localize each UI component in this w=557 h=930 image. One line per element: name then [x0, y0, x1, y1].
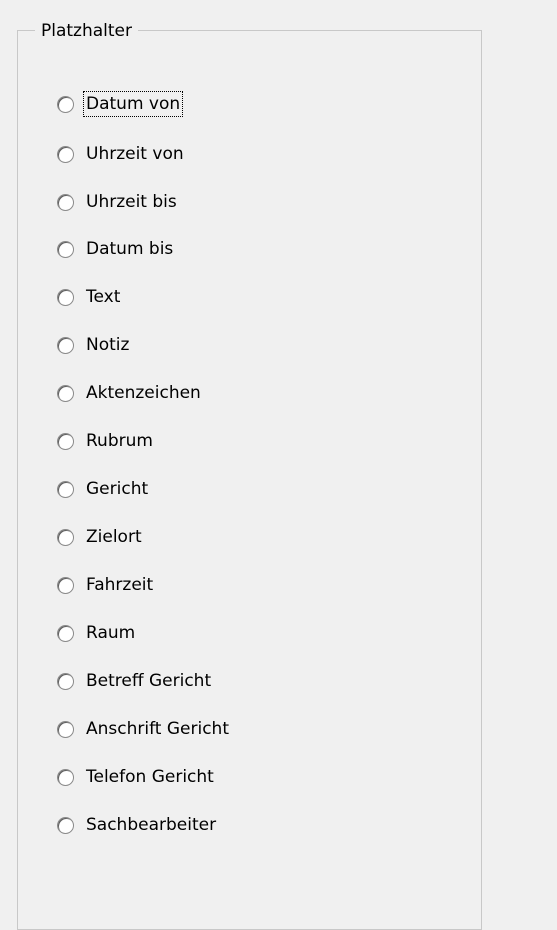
radio-label[interactable]: Uhrzeit von	[84, 142, 186, 166]
radio-label[interactable]: Betreff Gericht	[84, 669, 213, 693]
radio-button-icon[interactable]	[57, 816, 74, 834]
radio-label[interactable]: Rubrum	[84, 429, 155, 453]
radio-label[interactable]: Aktenzeichen	[84, 381, 203, 405]
radio-rubrum[interactable]: Rubrum	[57, 427, 155, 455]
radio-label[interactable]: Anschrift Gericht	[84, 717, 231, 741]
radio-button-icon[interactable]	[57, 95, 74, 113]
radio-label[interactable]: Fahrzeit	[84, 573, 155, 597]
radio-label[interactable]: Text	[84, 285, 122, 309]
radio-aktenzeichen[interactable]: Aktenzeichen	[57, 379, 203, 407]
radio-button-icon[interactable]	[57, 576, 74, 594]
radio-label[interactable]: Raum	[84, 621, 137, 645]
radio-gericht[interactable]: Gericht	[57, 475, 150, 503]
groupbox-title: Platzhalter	[35, 19, 139, 43]
radio-button-icon[interactable]	[57, 480, 74, 498]
radio-label[interactable]: Datum von	[82, 91, 184, 117]
radio-zielort[interactable]: Zielort	[57, 523, 144, 551]
radio-uhrzeit-bis[interactable]: Uhrzeit bis	[57, 188, 179, 216]
radio-anschrift-gericht[interactable]: Anschrift Gericht	[57, 715, 231, 743]
radio-button-icon[interactable]	[57, 384, 74, 402]
radio-button-icon[interactable]	[57, 336, 74, 354]
radio-button-icon[interactable]	[57, 528, 74, 546]
radio-text[interactable]: Text	[57, 283, 122, 311]
radio-button-icon[interactable]	[57, 193, 74, 211]
radio-button-icon[interactable]	[57, 145, 74, 163]
radio-label[interactable]: Gericht	[84, 477, 150, 501]
radio-button-icon[interactable]	[57, 288, 74, 306]
radio-label[interactable]: Uhrzeit bis	[84, 190, 179, 214]
radio-button-icon[interactable]	[57, 672, 74, 690]
radio-label[interactable]: Telefon Gericht	[84, 765, 216, 789]
radio-button-icon[interactable]	[57, 624, 74, 642]
radio-button-icon[interactable]	[57, 432, 74, 450]
radio-datum-bis[interactable]: Datum bis	[57, 235, 175, 263]
radio-raum[interactable]: Raum	[57, 619, 137, 647]
radio-button-icon[interactable]	[57, 768, 74, 786]
radio-fahrzeit[interactable]: Fahrzeit	[57, 571, 155, 599]
radio-datum-von[interactable]: Datum von	[57, 90, 184, 118]
radio-betreff-gericht[interactable]: Betreff Gericht	[57, 667, 213, 695]
radio-label[interactable]: Notiz	[84, 333, 131, 357]
radio-label[interactable]: Zielort	[84, 525, 144, 549]
radio-uhrzeit-von[interactable]: Uhrzeit von	[57, 140, 186, 168]
radio-sachbearbeiter[interactable]: Sachbearbeiter	[57, 811, 218, 839]
radio-notiz[interactable]: Notiz	[57, 331, 131, 359]
radio-label[interactable]: Datum bis	[84, 237, 175, 261]
radio-button-icon[interactable]	[57, 720, 74, 738]
radio-telefon-gericht[interactable]: Telefon Gericht	[57, 763, 216, 791]
radio-label[interactable]: Sachbearbeiter	[84, 813, 218, 837]
radio-button-icon[interactable]	[57, 240, 74, 258]
